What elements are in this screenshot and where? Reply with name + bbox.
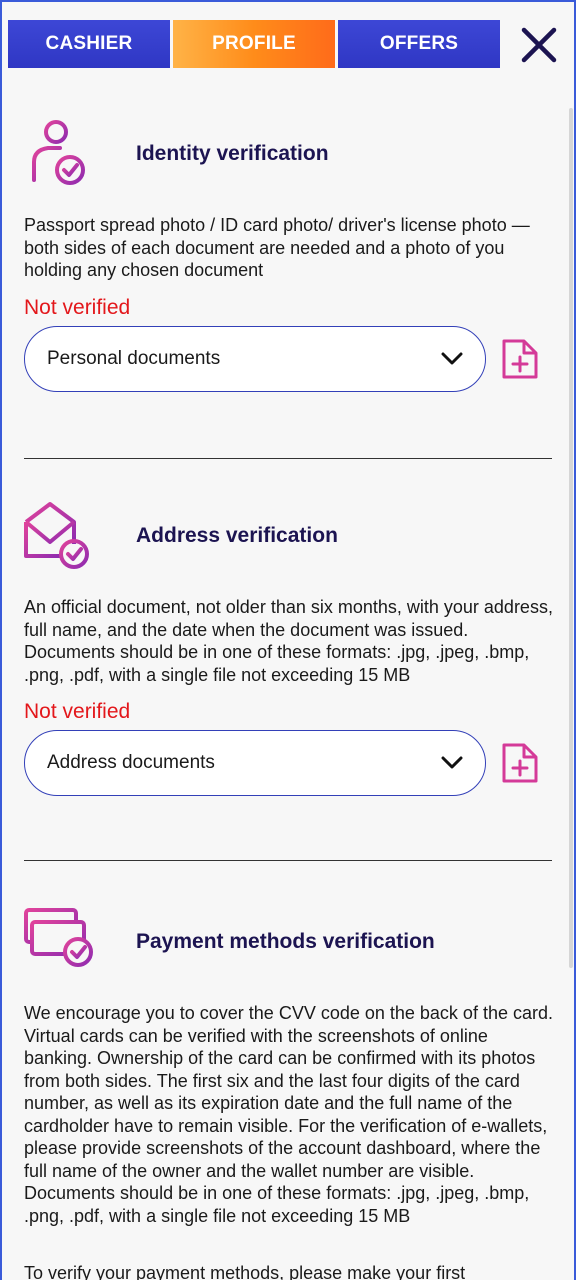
- status-label: Not verified: [24, 295, 131, 319]
- document-type-select[interactable]: Address documents: [24, 730, 486, 796]
- section-title: Address verification: [136, 524, 338, 547]
- payment-section: Payment methods verification We encourag…: [24, 906, 554, 1227]
- payment-note: To verify your payment methods, please m…: [24, 1263, 466, 1280]
- section-divider: [24, 860, 552, 861]
- section-description: Passport spread photo / ID card photo/ d…: [24, 215, 530, 280]
- chevron-down-icon: [441, 756, 463, 769]
- section-title: Identity verification: [136, 142, 329, 165]
- cards-check-icon: [24, 908, 93, 967]
- select-value: Address documents: [47, 752, 215, 773]
- section-title: Payment methods verification: [136, 930, 435, 953]
- tab-profile[interactable]: PROFILE: [173, 20, 335, 68]
- section-description: An official document, not older than six…: [24, 597, 553, 685]
- top-tabs: CASHIER PROFILE OFFERS: [8, 20, 500, 68]
- document-type-select[interactable]: Personal documents: [24, 325, 486, 392]
- chevron-down-icon: [441, 352, 463, 364]
- envelope-check-icon: [24, 502, 89, 569]
- file-add-icon[interactable]: [500, 741, 540, 785]
- section-description: We encourage you to cover the CVV code o…: [24, 1003, 553, 1226]
- select-value: Personal documents: [47, 347, 221, 369]
- address-section: Address verification An official documen…: [24, 500, 554, 796]
- scrollbar[interactable]: [569, 108, 573, 968]
- status-label: Not verified: [24, 700, 131, 723]
- identity-section: Identity verification Passport spread ph…: [24, 118, 554, 392]
- tab-offers[interactable]: OFFERS: [338, 20, 500, 68]
- close-icon[interactable]: [520, 26, 558, 64]
- section-divider: [24, 458, 552, 459]
- person-check-icon: [32, 120, 85, 185]
- file-add-icon[interactable]: [500, 337, 540, 381]
- tab-cashier[interactable]: CASHIER: [8, 20, 170, 68]
